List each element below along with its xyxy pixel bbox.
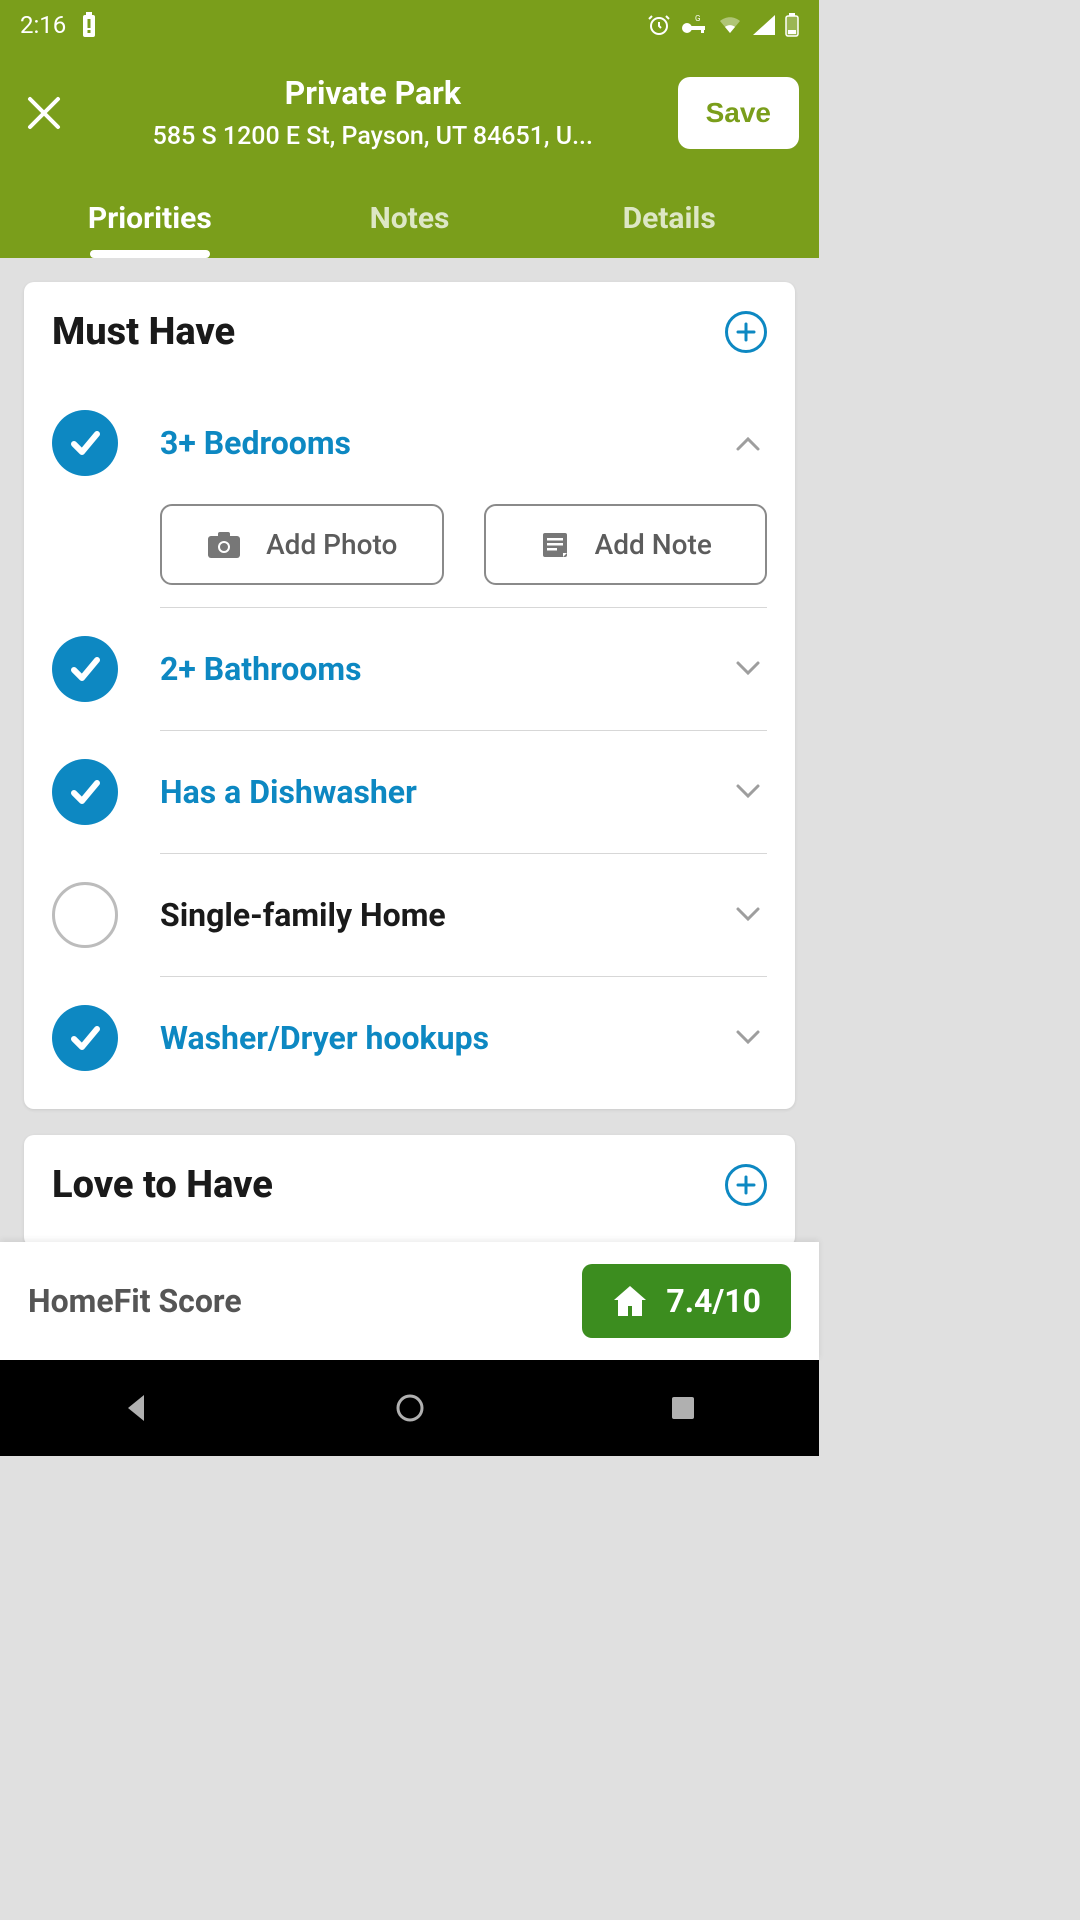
nav-recents-button[interactable] bbox=[659, 1384, 707, 1432]
priority-label: 2+ Bathrooms bbox=[160, 650, 362, 688]
chevron-up-icon[interactable] bbox=[729, 424, 767, 462]
priority-item[interactable]: 2+ Bathrooms bbox=[52, 608, 767, 730]
app-header: Private Park 585 S 1200 E St, Payson, UT… bbox=[0, 50, 819, 258]
score-pill[interactable]: 7.4/10 bbox=[582, 1264, 791, 1338]
priority-item[interactable]: 3+ Bedrooms bbox=[52, 382, 767, 504]
alarm-icon bbox=[647, 13, 671, 37]
chevron-down-icon[interactable] bbox=[729, 650, 767, 688]
tabs: Priorities Notes Details bbox=[20, 195, 799, 258]
nav-back-button[interactable] bbox=[113, 1384, 161, 1432]
status-right: G bbox=[647, 13, 799, 37]
tab-details[interactable]: Details bbox=[539, 195, 799, 258]
page-title: Private Park bbox=[84, 74, 662, 112]
priority-label: 3+ Bedrooms bbox=[160, 424, 351, 462]
score-value: 7.4/10 bbox=[666, 1282, 761, 1320]
add-photo-button[interactable]: Add Photo bbox=[160, 504, 444, 585]
battery-alert-icon bbox=[80, 12, 98, 38]
vpn-key-icon: G bbox=[681, 15, 707, 35]
tab-priorities[interactable]: Priorities bbox=[20, 195, 280, 258]
section-must-have: Must Have 3+ Bedrooms Add Photo bbox=[24, 282, 795, 1109]
section-love-to-have: Love to Have bbox=[24, 1135, 795, 1242]
checkbox-checked-icon[interactable] bbox=[52, 410, 118, 476]
priority-item[interactable]: Washer/Dryer hookups bbox=[52, 977, 767, 1099]
add-photo-label: Add Photo bbox=[266, 528, 397, 561]
chevron-down-icon[interactable] bbox=[729, 1019, 767, 1057]
content-area: Must Have 3+ Bedrooms Add Photo bbox=[0, 258, 819, 1242]
note-icon bbox=[539, 529, 571, 561]
chevron-down-icon[interactable] bbox=[729, 773, 767, 811]
chevron-down-icon[interactable] bbox=[729, 896, 767, 934]
checkbox-checked-icon[interactable] bbox=[52, 636, 118, 702]
tab-notes[interactable]: Notes bbox=[280, 195, 540, 258]
score-bar: HomeFit Score 7.4/10 bbox=[0, 1242, 819, 1360]
checkbox-unchecked-icon[interactable] bbox=[52, 882, 118, 948]
signal-icon bbox=[753, 15, 775, 35]
section-title: Must Have bbox=[52, 310, 235, 354]
svg-text:G: G bbox=[695, 15, 700, 23]
priority-label: Washer/Dryer hookups bbox=[160, 1019, 489, 1057]
battery-icon bbox=[785, 13, 799, 37]
status-left: 2:16 bbox=[20, 11, 98, 39]
page-subtitle: 585 S 1200 E St, Payson, UT 84651, U... bbox=[84, 122, 662, 151]
priority-label: Single-family Home bbox=[160, 896, 446, 934]
nav-home-button[interactable] bbox=[386, 1384, 434, 1432]
add-priority-button[interactable] bbox=[725, 311, 767, 353]
score-label: HomeFit Score bbox=[28, 1282, 242, 1320]
priority-label: Has a Dishwasher bbox=[160, 773, 417, 811]
house-icon bbox=[612, 1284, 648, 1318]
add-note-label: Add Note bbox=[595, 528, 712, 561]
wifi-icon bbox=[717, 15, 743, 35]
status-time: 2:16 bbox=[20, 11, 66, 39]
close-button[interactable] bbox=[20, 89, 68, 137]
system-nav-bar bbox=[0, 1360, 819, 1456]
camera-icon bbox=[206, 530, 242, 560]
item-actions: Add Photo Add Note bbox=[160, 504, 767, 585]
save-button[interactable]: Save bbox=[678, 77, 799, 149]
priority-item[interactable]: Single-family Home bbox=[52, 854, 767, 976]
priority-item[interactable]: Has a Dishwasher bbox=[52, 731, 767, 853]
checkbox-checked-icon[interactable] bbox=[52, 1005, 118, 1071]
add-note-button[interactable]: Add Note bbox=[484, 504, 768, 585]
checkbox-checked-icon[interactable] bbox=[52, 759, 118, 825]
add-priority-button[interactable] bbox=[725, 1164, 767, 1206]
status-bar: 2:16 G bbox=[0, 0, 819, 50]
section-title: Love to Have bbox=[52, 1163, 273, 1207]
